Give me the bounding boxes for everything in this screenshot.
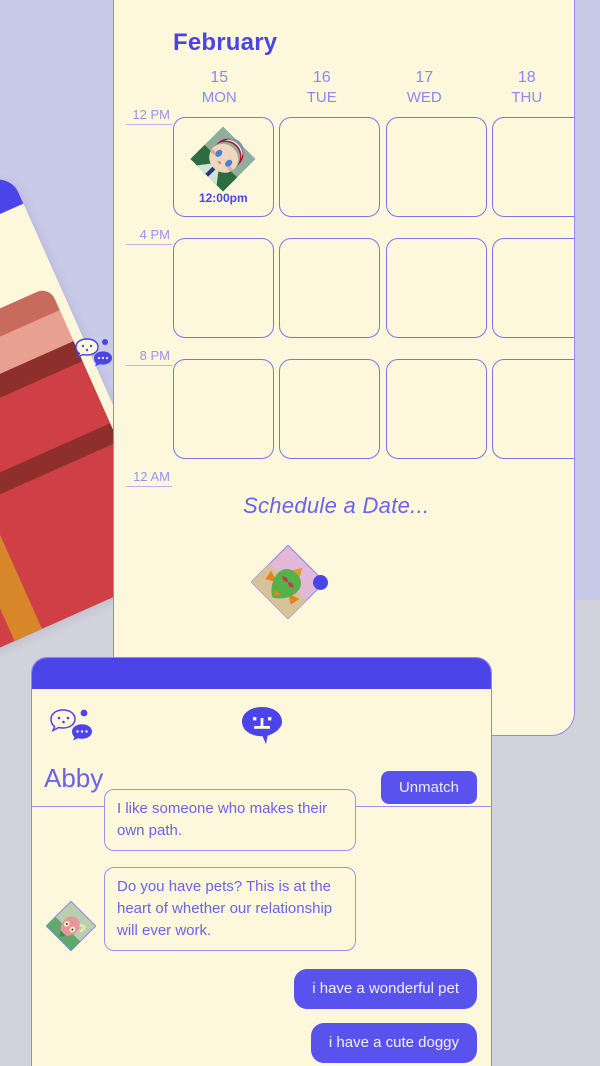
chat-message-bubble-sent: i have a cute doggy <box>310 1023 477 1063</box>
calendar-slot-grid: 12:00pm <box>173 117 574 459</box>
schedule-a-date-label: Schedule a Date... <box>243 493 430 518</box>
calendar-day-header[interactable]: 16 TUE <box>271 67 374 113</box>
chat-message-row: I like someone who makes their own path. <box>32 789 491 851</box>
chat-message-bubble-received: I like someone who makes their own path. <box>104 789 356 851</box>
green-dragon-avatar[interactable] <box>250 544 328 620</box>
calendar-month-title: February <box>173 29 278 56</box>
calendar-slot-empty[interactable] <box>279 238 381 338</box>
online-dot <box>313 575 328 590</box>
chat-header: Abby Unmatch <box>32 689 491 804</box>
chat-message-bubble-sent: i have a wonderful pet <box>294 969 477 1009</box>
time-gridline <box>126 124 172 125</box>
chat-panel: Abby Unmatch I like someone who makes th… <box>31 657 492 1066</box>
calendar-slot-empty[interactable] <box>492 117 574 217</box>
day-number: 16 <box>312 69 331 86</box>
day-name: THU <box>511 89 543 106</box>
calendar-slot-empty[interactable] <box>492 238 574 338</box>
day-name: WED <box>406 89 442 106</box>
calendar-slot-row <box>173 238 574 338</box>
calendar-slot-row: 12:00pm <box>173 117 574 217</box>
app-stage: February 15 MON 16 TUE 17 WED 18 THU 12 … <box>0 0 600 1066</box>
time-label: 12 AM <box>133 469 170 484</box>
chat-message-row: i have a cute doggy <box>32 1023 491 1063</box>
time-label: 12 PM <box>132 107 170 122</box>
time-label: 4 PM <box>139 227 170 242</box>
chat-face-bubble-icon[interactable] <box>240 705 284 747</box>
time-gridline <box>126 486 172 487</box>
calendar-slot-empty[interactable] <box>279 117 381 217</box>
day-number: 17 <box>415 69 434 86</box>
chat-message-list[interactable]: I like someone who makes their own path. <box>32 789 491 1066</box>
chat-message-row: Do you have pets? This is at the heart o… <box>32 867 491 952</box>
calendar-slot-event[interactable]: 12:00pm <box>173 117 274 217</box>
day-number: 15 <box>210 69 229 86</box>
pink-haired-creature-avatar[interactable] <box>45 900 97 952</box>
calendar-slot-empty[interactable] <box>385 359 487 459</box>
suit-character-avatar <box>190 126 256 192</box>
calendar-slot-empty[interactable] <box>385 117 487 217</box>
calendar-day-headers: 15 MON 16 TUE 17 WED 18 THU <box>168 67 575 113</box>
calendar-slot-empty[interactable] <box>385 238 487 338</box>
calendar-time-axis: 12 PM 4 PM 8 PM 12 AM <box>114 0 174 735</box>
time-gridline <box>126 244 172 245</box>
chat-message-row: i have a wonderful pet <box>32 969 491 1009</box>
calendar-slot-empty[interactable] <box>173 359 274 459</box>
day-name: TUE <box>306 89 337 106</box>
calendar-card: February 15 MON 16 TUE 17 WED 18 THU 12 … <box>113 0 575 736</box>
event-time-label: 12:00pm <box>198 191 248 205</box>
day-name: MON <box>201 89 237 106</box>
chat-panel-titlebar <box>32 658 491 689</box>
calendar-day-header[interactable]: 17 WED <box>373 67 476 113</box>
chat-message-bubble-received: Do you have pets? This is at the heart o… <box>104 867 356 951</box>
time-label: 8 PM <box>139 348 170 363</box>
calendar-day-header[interactable]: 15 MON <box>168 67 271 113</box>
calendar-slot-empty[interactable] <box>492 359 574 459</box>
day-number: 18 <box>517 69 536 86</box>
calendar-slot-row <box>173 359 574 459</box>
time-gridline <box>126 365 172 366</box>
chat-bubbles-notification-icon <box>48 707 98 745</box>
chat-bubbles-icon <box>72 336 116 370</box>
calendar-slot-empty[interactable] <box>173 238 274 338</box>
calendar-slot-empty[interactable] <box>279 359 381 459</box>
calendar-day-header[interactable]: 18 THU <box>476 67 575 113</box>
